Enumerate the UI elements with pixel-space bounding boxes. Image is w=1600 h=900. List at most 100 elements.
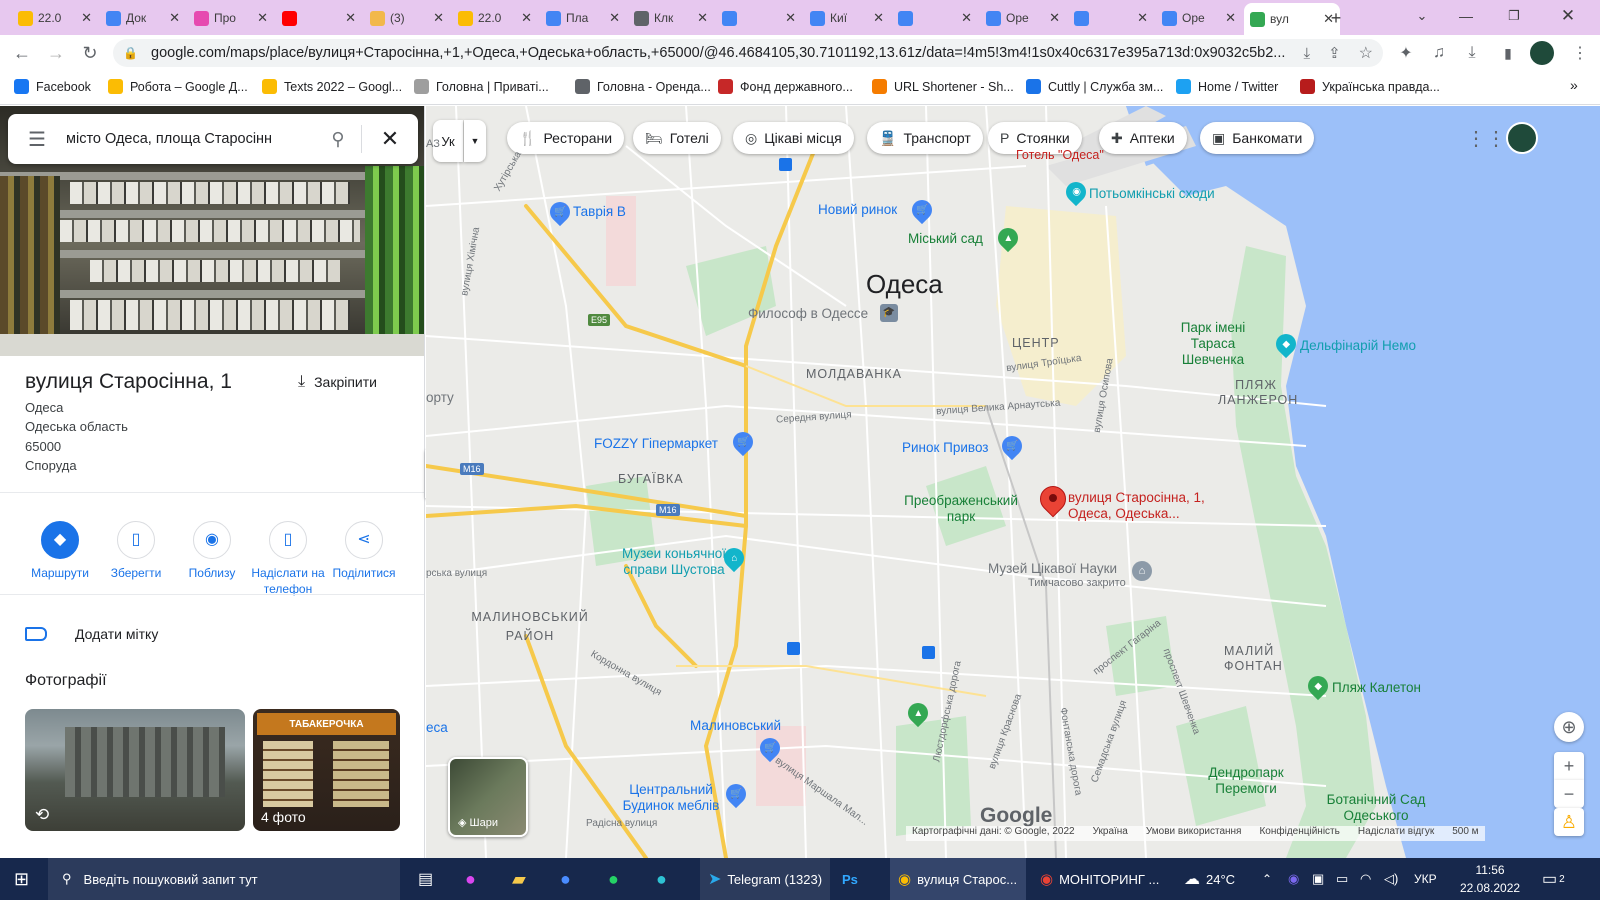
browser-tab[interactable]: Док ✕: [100, 5, 186, 31]
search-box[interactable]: ☰ місто Одеса, площа Старосінн ⚲ ✕: [8, 114, 418, 164]
browser-tab[interactable]: 22.0 ✕: [12, 5, 98, 31]
terms-link[interactable]: Умови використання: [1146, 826, 1242, 841]
chrome-taskbar-button-2[interactable]: ◉ МОНІТОРИНГ ...: [1032, 858, 1172, 900]
bookmark-item[interactable]: Головна - Оренда...: [575, 79, 711, 94]
browser-tab[interactable]: ✕: [1068, 5, 1154, 31]
tab-close-icon[interactable]: ✕: [609, 10, 620, 26]
poi-label[interactable]: Готель "Одеса": [1016, 148, 1104, 162]
poi-label[interactable]: Дендропарк Перемоги: [1196, 765, 1296, 797]
bookmark-item[interactable]: Texts 2022 – Googl...: [262, 79, 402, 94]
tab-close-icon[interactable]: ✕: [257, 10, 268, 26]
feedback-link[interactable]: Надіслати відгук: [1358, 826, 1434, 841]
language-indicator[interactable]: УКР: [1414, 858, 1437, 900]
share-page-icon[interactable]: ⇪: [1328, 44, 1341, 62]
search-icon[interactable]: ⚲: [315, 129, 361, 150]
browser-tab[interactable]: Оре ✕: [1156, 5, 1242, 31]
forward-icon[interactable]: →: [42, 39, 70, 67]
new-tab-button[interactable]: +: [1322, 4, 1350, 32]
layers-button[interactable]: ◈ Шари: [448, 757, 528, 837]
tab-close-icon[interactable]: ✕: [785, 10, 796, 26]
tab-close-icon[interactable]: ✕: [81, 10, 92, 26]
zoom-in-button[interactable]: +: [1554, 752, 1584, 780]
my-location-icon[interactable]: ⊕: [1554, 712, 1584, 742]
country-link[interactable]: Україна: [1093, 826, 1128, 841]
edge-icon[interactable]: ●: [656, 858, 667, 900]
bookmark-item[interactable]: Home / Twitter: [1176, 79, 1278, 94]
browser-tab[interactable]: 22.0 ✕: [452, 5, 538, 31]
directions-button[interactable]: ◆ Маршрути: [22, 521, 98, 581]
tab-close-icon[interactable]: ✕: [697, 10, 708, 26]
photo-street-view[interactable]: ⟲: [25, 709, 245, 831]
profile-avatar[interactable]: [1528, 39, 1556, 67]
language-dropdown-icon[interactable]: ▼: [464, 120, 486, 162]
poi-label[interactable]: Ринок Привоз: [902, 440, 988, 455]
tab-close-icon[interactable]: ✕: [873, 10, 884, 26]
poi-label[interactable]: Дельфінарій Немо: [1300, 338, 1416, 353]
hamburger-menu-icon[interactable]: ☰: [8, 127, 66, 152]
poi-label[interactable]: Философ в Одессе: [748, 306, 868, 321]
browser-tab[interactable]: ✕: [716, 5, 802, 31]
browser-tab[interactable]: Пла ✕: [540, 5, 626, 31]
send-to-phone-button[interactable]: ▯ Надіслати на телефон: [250, 521, 326, 597]
wifi-icon[interactable]: ◠: [1360, 858, 1371, 900]
search-input[interactable]: місто Одеса, площа Старосінн: [66, 131, 315, 147]
side-panel-icon[interactable]: ▮: [1494, 39, 1522, 67]
scale-label[interactable]: 500 м: [1452, 826, 1478, 841]
poi-label[interactable]: Малиновський: [690, 718, 781, 733]
museum-icon[interactable]: ⌂: [1132, 561, 1152, 581]
reload-icon[interactable]: ↻: [76, 39, 104, 67]
add-label-button[interactable]: Додати мітку: [25, 626, 158, 642]
tab-close-icon[interactable]: ✕: [433, 10, 444, 26]
transit-stop-icon[interactable]: [787, 642, 800, 655]
school-icon[interactable]: 🎓: [880, 304, 898, 322]
install-icon[interactable]: ⤓: [1303, 45, 1310, 62]
windows-start-icon[interactable]: ⊞: [14, 858, 29, 900]
bookmark-item[interactable]: Фонд державного...: [718, 79, 853, 94]
browser-tab[interactable]: Про ✕: [188, 5, 274, 31]
save-button[interactable]: ▯ Зберегти: [98, 521, 174, 581]
poi-label[interactable]: Музеи коньячної справи Шустова: [604, 546, 744, 578]
account-avatar[interactable]: [1506, 122, 1538, 154]
media-icon[interactable]: ♫: [1425, 39, 1453, 67]
browser-tab[interactable]: Киї ✕: [804, 5, 890, 31]
poi-label[interactable]: Міський сад: [908, 231, 983, 246]
selected-place-label[interactable]: вулиця Старосінна, 1, Одеса, Одеська...: [1068, 490, 1208, 522]
browser-tab[interactable]: Оре ✕: [980, 5, 1066, 31]
transit-stop-icon[interactable]: [922, 646, 935, 659]
url-text[interactable]: google.com/maps/place/вулиця+Старосінна,…: [151, 45, 1293, 61]
transit-stop-icon[interactable]: [779, 158, 792, 171]
tab-close-icon[interactable]: ✕: [961, 10, 972, 26]
telegram-taskbar-button[interactable]: ➤ Telegram (1323): [700, 858, 831, 900]
restore-button[interactable]: ❐: [1500, 2, 1528, 30]
poi-label[interactable]: Ботанічний Сад Одеського Національного: [1306, 792, 1446, 826]
tab-close-icon[interactable]: ✕: [1225, 10, 1236, 26]
category-chip[interactable]: ▣ Банкомати: [1200, 122, 1315, 154]
bookmark-item[interactable]: Facebook: [14, 79, 91, 94]
poi-label[interactable]: Новий ринок: [818, 202, 897, 217]
bookmark-item[interactable]: Робота – Google Д...: [108, 79, 248, 94]
clock[interactable]: 11:56 22.08.2022: [1460, 858, 1520, 900]
more-bookmarks-icon[interactable]: »: [1570, 77, 1578, 93]
back-icon[interactable]: ←: [8, 39, 36, 67]
viber-icon[interactable]: ◉: [1288, 858, 1299, 900]
poi-label[interactable]: Центральний Будинок меблів: [606, 782, 736, 814]
share-button[interactable]: ⋖ Поділитися: [326, 521, 402, 581]
pin-button[interactable]: ⤓ Закріпити: [298, 373, 377, 391]
tray-chevron-icon[interactable]: ⌃: [1262, 858, 1272, 900]
bookmark-item[interactable]: URL Shortener - Sh...: [872, 79, 1014, 94]
browser-tab[interactable]: ✕: [892, 5, 978, 31]
app-icon[interactable]: ●: [465, 858, 476, 900]
zoom-icon[interactable]: ●: [560, 858, 571, 900]
bookmark-item[interactable]: Головна | Приваті...: [414, 79, 549, 94]
volume-icon[interactable]: ◁): [1384, 858, 1398, 900]
download-icon[interactable]: ⤓: [1458, 39, 1486, 67]
weather-widget[interactable]: ☁ 24°C: [1184, 858, 1235, 900]
category-chip[interactable]: 🍴 Ресторани: [507, 122, 625, 154]
poi-label[interactable]: Музей Цікавої Науки: [988, 561, 1117, 576]
menu-dots-icon[interactable]: ⋮: [1566, 39, 1594, 67]
task-view-icon[interactable]: ▤: [418, 858, 433, 900]
close-icon[interactable]: ✕: [362, 126, 418, 152]
poi-label[interactable]: Пляж Калетон: [1332, 680, 1421, 695]
pegman-icon[interactable]: ♙: [1554, 808, 1584, 836]
tab-close-icon[interactable]: ✕: [521, 10, 532, 26]
